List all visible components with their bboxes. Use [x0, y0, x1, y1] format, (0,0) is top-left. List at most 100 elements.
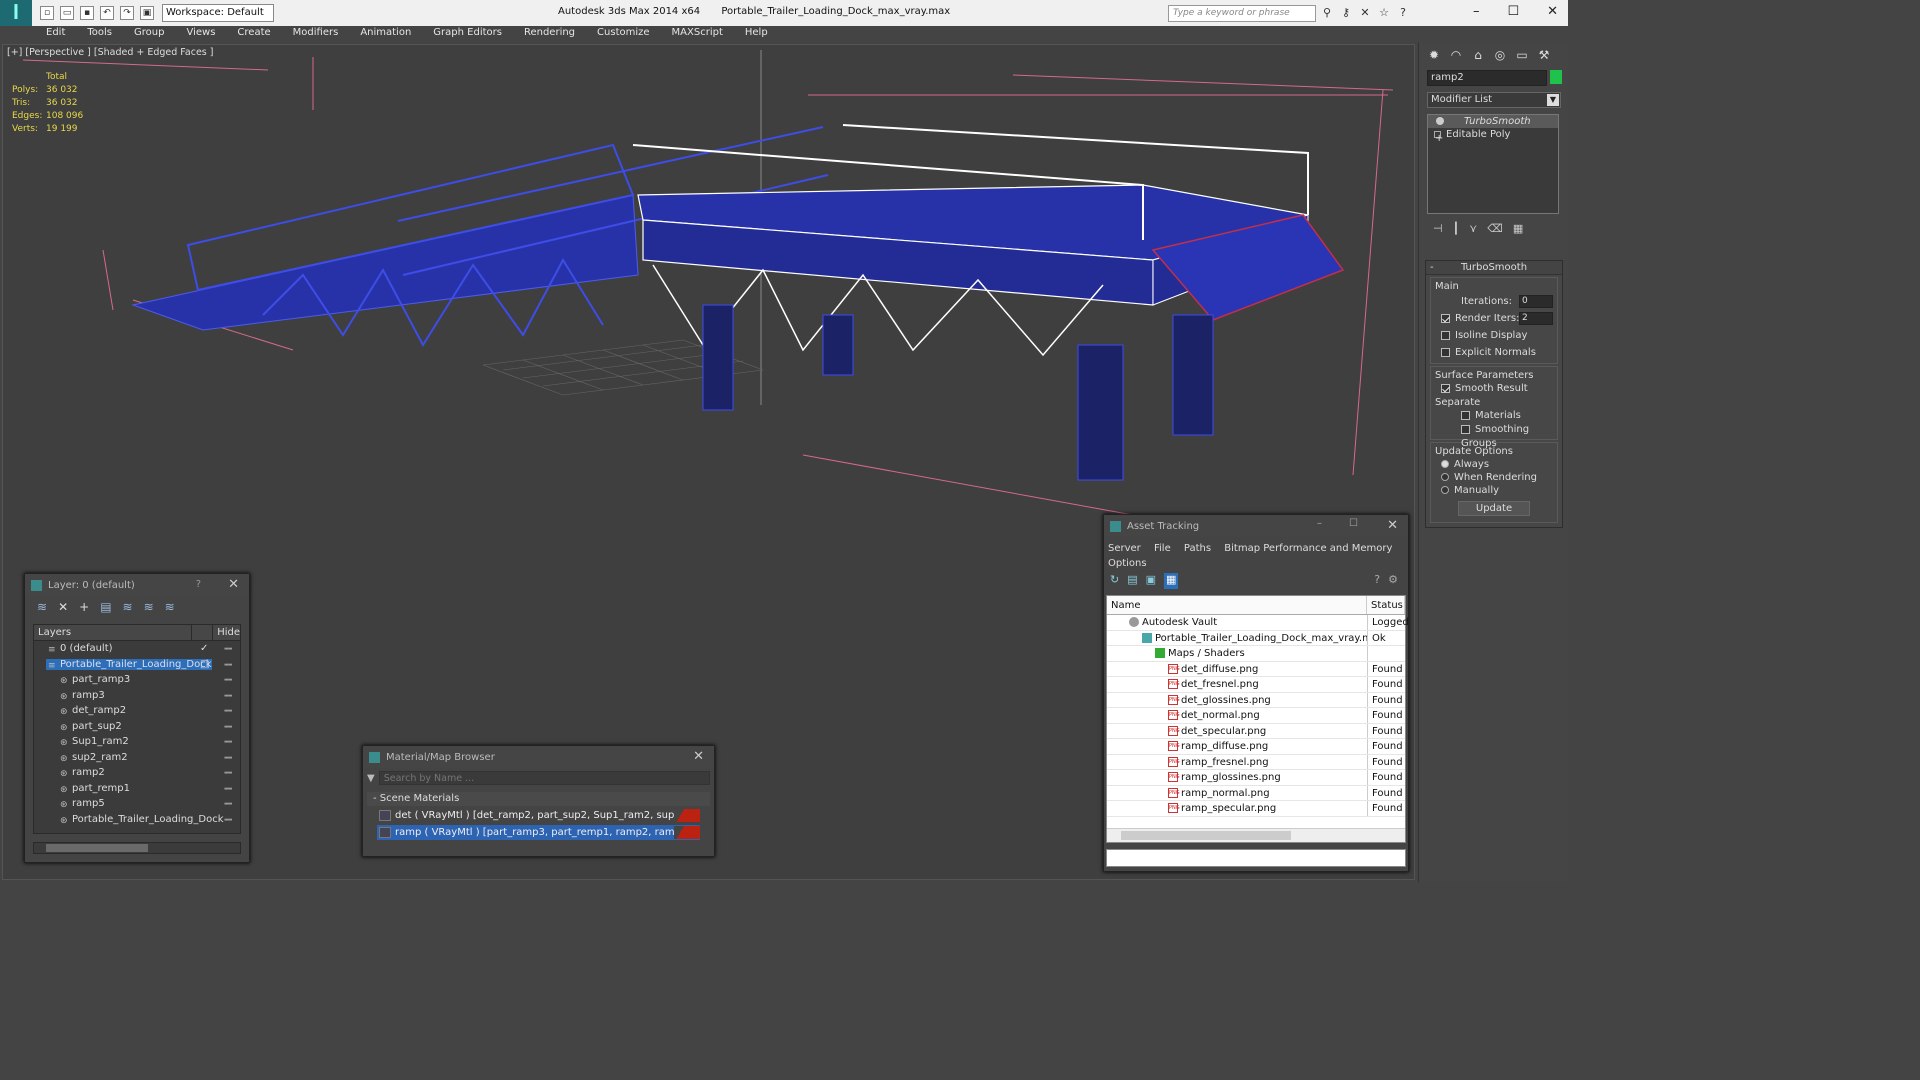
- material-row-det[interactable]: det ( VRayMtl ) [det_ramp2, part_sup2, S…: [377, 808, 700, 823]
- close-icon[interactable]: ✕: [693, 749, 704, 764]
- workspace-dropdown[interactable]: Workspace: Default: [162, 4, 274, 22]
- highlight-layer-icon[interactable]: ≋: [144, 600, 154, 614]
- layer-row[interactable]: ⊛ det_ramp2 ▬▬: [34, 703, 240, 719]
- menu-views[interactable]: Views: [172, 26, 223, 42]
- layer-row[interactable]: ⊛ Sup1_ram2 ▬▬: [34, 734, 240, 750]
- layer-row[interactable]: ⊛ Portable_Trailer_Loading_Dock ▬▬: [34, 812, 240, 828]
- layer-row[interactable]: ≡ 0 (default) ✓ ▬▬: [34, 641, 240, 657]
- asset-row[interactable]: PNGdet_normal.png Found: [1107, 708, 1405, 724]
- material-search-input[interactable]: [378, 771, 710, 785]
- asset-path-field[interactable]: [1106, 849, 1406, 867]
- scroll-thumb[interactable]: [1121, 831, 1291, 840]
- layers-column-header[interactable]: Layers: [34, 625, 192, 640]
- layer-row[interactable]: ⊛ part_remp1 ▬▬: [34, 781, 240, 797]
- current-layer-checkbox[interactable]: □: [200, 657, 209, 672]
- save-icon[interactable]: ▪: [80, 6, 94, 20]
- always-radio[interactable]: [1441, 460, 1449, 468]
- show-end-result-icon[interactable]: ┃: [1453, 222, 1460, 235]
- asset-row[interactable]: Maps / Shaders: [1107, 646, 1405, 662]
- explicit-normals-checkbox[interactable]: [1441, 347, 1450, 357]
- menu-create[interactable]: Create: [223, 26, 278, 42]
- smoothing-groups-checkbox[interactable]: [1461, 424, 1470, 434]
- help-icon[interactable]: ?: [1396, 6, 1410, 20]
- hide-toggle[interactable]: ▬▬: [224, 689, 233, 704]
- hide-toggle[interactable]: ▬▬: [224, 642, 233, 657]
- asset-horizontal-scrollbar[interactable]: [1107, 828, 1405, 842]
- menu-help[interactable]: Help: [731, 26, 776, 42]
- layer-row[interactable]: ⊛ ramp5 ▬▬: [34, 796, 240, 812]
- asset-tracking-header[interactable]: Asset Tracking – ☐ ✕: [1104, 515, 1408, 537]
- update-button[interactable]: Update: [1458, 501, 1530, 516]
- hide-toggle[interactable]: ▬▬: [224, 813, 233, 828]
- hide-column-header[interactable]: Hide: [213, 625, 240, 640]
- filter-icon[interactable]: ▼: [367, 773, 375, 784]
- project-folder-icon[interactable]: ▣: [140, 6, 154, 20]
- asset-row[interactable]: PNGramp_specular.png Found: [1107, 801, 1405, 817]
- asset-row[interactable]: Portable_Trailer_Loading_Dock_max_vray.m…: [1107, 630, 1405, 646]
- asset-row[interactable]: Autodesk Vault Logged: [1107, 615, 1409, 631]
- exchange-icon[interactable]: ✕: [1358, 6, 1372, 20]
- close-icon[interactable]: ✕: [228, 577, 239, 592]
- layer-help-icon[interactable]: ?: [196, 579, 201, 590]
- menu-rendering[interactable]: Rendering: [510, 26, 583, 42]
- object-name-field[interactable]: ramp2: [1427, 70, 1547, 86]
- modifier-stack[interactable]: TurboSmooth + Editable Poly: [1427, 114, 1559, 214]
- layer-row[interactable]: ⊛ ramp2 ▬▬: [34, 765, 240, 781]
- asset-row[interactable]: PNGramp_diffuse.png Found: [1107, 739, 1405, 755]
- close-icon[interactable]: ✕: [1547, 4, 1558, 19]
- modifier-list-dropdown[interactable]: Modifier List ▼: [1427, 92, 1561, 108]
- smooth-result-row[interactable]: Smooth Result: [1431, 382, 1557, 396]
- render-iters-checkbox[interactable]: [1441, 313, 1450, 323]
- delete-layer-icon[interactable]: ✕: [58, 600, 68, 614]
- manually-radio[interactable]: [1441, 486, 1449, 494]
- hide-toggle[interactable]: ▬▬: [224, 720, 233, 735]
- materials-checkbox[interactable]: [1461, 410, 1470, 420]
- asset-row[interactable]: PNGdet_diffuse.png Found: [1107, 661, 1405, 677]
- table-view-icon[interactable]: ▦: [1164, 573, 1179, 589]
- menu-graph-editors[interactable]: Graph Editors: [419, 26, 510, 42]
- material-browser-header[interactable]: Material/Map Browser ✕: [363, 746, 714, 768]
- menu-file[interactable]: File: [1154, 543, 1171, 554]
- hide-toggle[interactable]: ▬▬: [224, 735, 233, 750]
- select-layer-icon[interactable]: ≋: [123, 600, 133, 614]
- when-rendering-radio[interactable]: [1441, 473, 1449, 481]
- layer-horizontal-scrollbar[interactable]: [33, 842, 241, 854]
- create-layer-icon[interactable]: ≋: [37, 600, 47, 614]
- asset-row[interactable]: PNGramp_fresnel.png Found: [1107, 754, 1405, 770]
- menu-tools[interactable]: Tools: [73, 26, 120, 42]
- list-view-icon[interactable]: ▤: [1127, 573, 1137, 589]
- scroll-thumb[interactable]: [46, 844, 148, 852]
- stack-item-turbosmooth[interactable]: TurboSmooth: [1428, 115, 1558, 128]
- asset-row[interactable]: PNGramp_glossines.png Found: [1107, 770, 1405, 786]
- materials-row[interactable]: Materials: [1431, 409, 1557, 423]
- layer-row[interactable]: ⊛ sup2_ram2 ▬▬: [34, 750, 240, 766]
- asset-row[interactable]: PNGdet_glossines.png Found: [1107, 692, 1405, 708]
- asset-row[interactable]: PNGdet_specular.png Found: [1107, 723, 1405, 739]
- help-search-input[interactable]: Type a keyword or phrase: [1168, 5, 1316, 22]
- app-logo-icon[interactable]: ꟾ: [0, 0, 32, 26]
- hide-toggle[interactable]: ▬▬: [224, 782, 233, 797]
- layer-row[interactable]: ≡ Portable_Trailer_Loading_Dock □ ▬▬: [34, 657, 240, 673]
- menu-options[interactable]: Options: [1108, 558, 1147, 569]
- expand-icon[interactable]: +: [1434, 131, 1443, 144]
- make-unique-icon[interactable]: ⋎: [1469, 222, 1477, 235]
- close-icon[interactable]: ✕: [1387, 518, 1398, 533]
- iterations-spinner[interactable]: 0: [1519, 295, 1553, 308]
- maximize-icon[interactable]: ☐: [1349, 518, 1358, 529]
- scene-materials-group[interactable]: - Scene Materials: [367, 792, 710, 806]
- asset-row[interactable]: PNGdet_fresnel.png Found: [1107, 677, 1405, 693]
- current-layer-checkbox[interactable]: ✓: [200, 641, 208, 656]
- name-column-header[interactable]: Name: [1107, 596, 1367, 614]
- maximize-icon[interactable]: ☐: [1507, 4, 1519, 19]
- isoline-row[interactable]: Isoline Display: [1431, 327, 1557, 344]
- select-objects-icon[interactable]: ▤: [100, 600, 111, 614]
- hide-toggle[interactable]: ▬▬: [224, 751, 233, 766]
- minimize-icon[interactable]: –: [1317, 518, 1322, 529]
- render-iters-spinner[interactable]: 2: [1519, 312, 1553, 325]
- detail-view-icon[interactable]: ▣: [1146, 573, 1156, 589]
- utilities-tab-icon[interactable]: ⚒: [1535, 46, 1553, 64]
- menu-animation[interactable]: Animation: [346, 26, 419, 42]
- rollout-header[interactable]: - TurboSmooth: [1426, 261, 1562, 275]
- hide-toggle[interactable]: ▬▬: [224, 797, 233, 812]
- asset-row[interactable]: PNGramp_normal.png Found: [1107, 785, 1405, 801]
